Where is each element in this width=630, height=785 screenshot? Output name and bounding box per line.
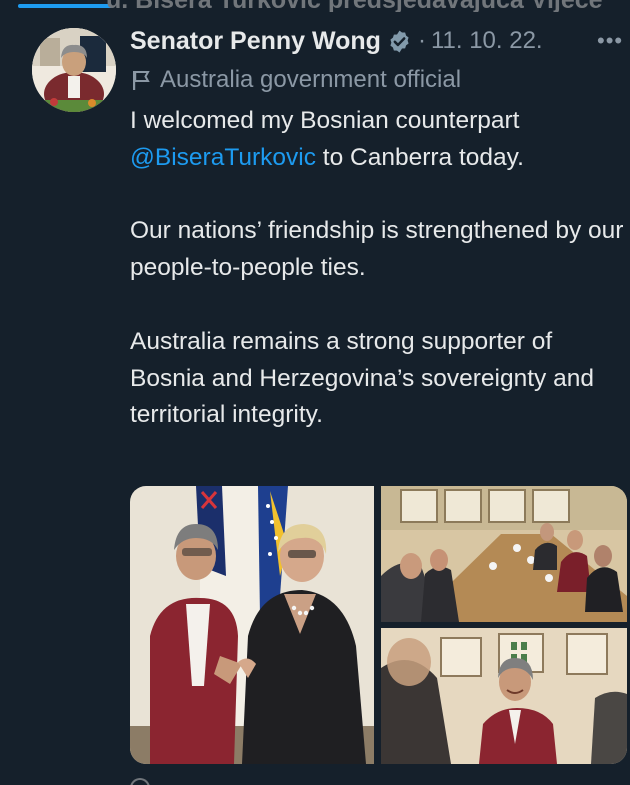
affiliation-text: Australia government official	[160, 66, 462, 93]
tweet-paragraph-3: Australia remains a strong supporter of …	[130, 327, 594, 429]
photo-handshake[interactable]	[130, 486, 374, 764]
tab-indicator	[18, 4, 112, 8]
tweet-header: Senator Penny Wong · 11. 10. 22.	[130, 24, 543, 58]
photo-meeting-table[interactable]	[381, 486, 627, 622]
photo-portrait[interactable]	[381, 628, 627, 764]
cutoff-text: u. Bisera Turković predsjedavajuća Vijeć…	[106, 0, 603, 12]
tweet-paragraph-2: Our nations’ friendship is strengthened …	[130, 217, 624, 282]
separator-dot: ·	[417, 27, 426, 54]
avatar[interactable]	[32, 28, 116, 112]
verified-badge-icon	[387, 29, 412, 54]
tweet-paragraph-1: I welcomed my Bosnian counterpart @Biser…	[130, 103, 628, 177]
tweet-timestamp[interactable]: 11. 10. 22.	[431, 27, 543, 55]
media-grid	[130, 486, 627, 764]
tweet-text: I welcomed my Bosnian counterpart @Biser…	[130, 103, 628, 434]
reply-icon[interactable]	[130, 778, 150, 785]
tweet-line-2: to Canberra today.	[315, 143, 524, 171]
flag-icon	[130, 69, 152, 91]
more-options-icon[interactable]: •••	[597, 28, 623, 54]
author-name[interactable]: Senator Penny Wong	[130, 27, 381, 56]
tweet-page: u. Bisera Turković predsjedavajuća Vijeć…	[0, 0, 630, 785]
affiliation-label-row: Australia government official	[130, 64, 461, 96]
previous-tweet-cutoff: u. Bisera Turković predsjedavajuća Vijeć…	[0, 0, 630, 12]
mention-link[interactable]: @BiseraTurkovic	[130, 144, 316, 171]
tweet-line-1: I welcomed my Bosnian counterpart	[130, 107, 520, 134]
